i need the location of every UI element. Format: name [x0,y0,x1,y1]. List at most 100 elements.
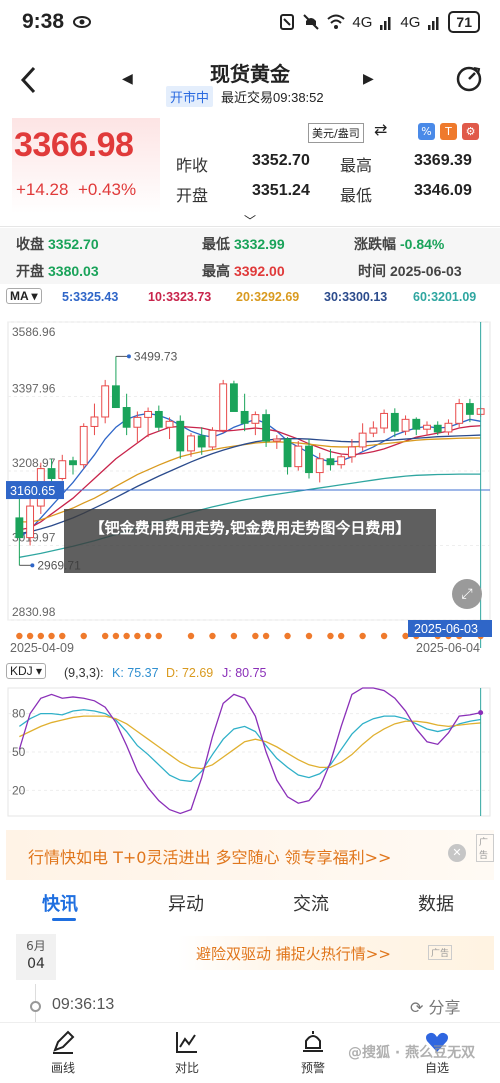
stat-time-value: 2025-06-03 [390,263,462,279]
low-label: 最低 [340,186,373,205]
stat-low-value: 3332.99 [234,236,285,252]
bottom-nav-alert[interactable]: 预警 [278,1029,348,1076]
nav-subtitle: 开市中 最近交易09:38:52 [166,86,324,107]
candle-body [326,458,335,466]
change-percent: +0.43% [77,180,137,199]
event-marker-dot [59,632,66,640]
event-marker-dot [26,632,34,640]
chart-compare-icon[interactable] [174,1029,200,1055]
watermark-text: @搜狐 · 燕么豆无双 [348,1045,476,1061]
candle-body [176,420,185,452]
high-label: 最高 [340,156,373,175]
bottom-nav-compare-label[interactable]: 对比 [152,1059,222,1076]
candle-body [208,429,217,448]
candle-stats-panel: 收盘 3352.70 最低 3332.99 涨跌幅 -0.84% 开盘 3380.03 … [0,228,500,284]
candle-body [283,438,292,468]
candle-body [229,383,238,412]
candle-body [187,435,195,452]
indicator-select[interactable]: MA ▾ [6,288,42,304]
kdj-indicator-bar: KDJ ▾ (9,3,3): K: 75.37 D: 72.69 J: 80.7… [0,662,500,684]
event-marker-dot [337,632,345,640]
bottom-nav-alert-label[interactable]: 预警 [278,1059,348,1076]
kdj-select[interactable]: KDJ ▾ [6,663,47,679]
y-tick-label: 3397.96 [12,382,56,396]
tab-discussion[interactable]: 交流 [293,890,329,916]
stat-high-value: 3392.00 [234,263,285,279]
event-marker-dot [16,632,23,640]
candle-body [165,420,174,428]
candle-body [79,425,88,466]
stat-high: 最高 3392.00 [202,261,285,281]
candle-body [444,422,453,433]
stat-close-value: 3352.70 [48,236,99,252]
news-ad-banner[interactable]: 避险双驱动 捕捉火热行情>> 广告 [178,936,494,970]
kdj-y-tick-label: 20 [12,783,26,797]
content-tabs: 快讯 异动 交流 数据 [0,884,500,924]
event-marker-dot [37,632,45,640]
eye-icon [73,16,92,28]
news-time: 09:36:13 [52,996,115,1013]
ma20-value: 20:3292.69 [236,290,300,304]
fullscreen-icon[interactable]: ⤢ [452,579,482,609]
y-tick-label: 3208.97 [12,456,56,470]
candle-body [390,412,399,432]
candle-body [111,385,120,409]
x-label-start: 2025-04-09 [10,641,74,655]
tab-movers[interactable]: 异动 [168,890,204,916]
promo-banner[interactable]: 行情快如电 T+0灵活进出 多空随心 领专享福利>> ✕ 广告 [6,830,494,880]
kdj-d-line [19,715,481,770]
battery-indicator: 71 [448,11,480,33]
ma10-value: 10:3323.73 [148,290,212,304]
kdj-chart[interactable]: 80 50 20 [0,684,500,820]
share-icon[interactable]: ⟳ [410,998,423,1017]
current-price: 3366.98 [14,126,134,164]
settings-tool-icon[interactable]: ⚙ [462,123,479,140]
promo-text[interactable]: 行情快如电 T+0灵活进出 多空随心 领专享福利>> [28,844,391,868]
news-ad-tag: 广告 [428,945,453,960]
x-label-end: 2025-06-04 [416,641,480,655]
ma30-value: 30:3300.13 [324,290,388,304]
pen-icon[interactable] [50,1029,76,1055]
t-tool-icon[interactable]: T [440,123,457,140]
chart-area[interactable]: 3586.963397.963208.973019.972830.983499.… [0,308,500,658]
event-marker-dot [101,632,109,640]
bottom-nav-compare[interactable]: 对比 [152,1029,222,1076]
prev-instrument-arrow-icon[interactable]: ◀ [122,71,133,87]
bottom-nav-draw-label[interactable]: 画线 [28,1059,98,1076]
kdj-d-value: D: 72.69 [166,666,214,680]
stat-time-label: 时间 [358,263,386,279]
prev-close-label: 昨收 [176,156,209,175]
close-icon[interactable]: ✕ [448,844,466,862]
ad-tag: 广告 [476,834,494,862]
candle-body [219,383,228,431]
news-ad-text[interactable]: 避险双驱动 捕捉火热行情>> [196,943,391,964]
candle-body [58,460,67,479]
unit-select[interactable]: 美元/盎司 [308,123,364,143]
refresh-icon[interactable] [454,64,484,94]
candle-body [337,456,346,466]
swap-icon[interactable]: ⇄ [374,120,387,139]
share-label[interactable]: 分享 [429,998,461,1017]
event-marker-dot [144,632,152,640]
share-button[interactable]: ⟳ 分享 [410,994,461,1018]
nfc-icon [280,14,295,30]
stat-close-label: 收盘 [16,236,44,252]
alarm-bell-icon[interactable] [300,1029,326,1055]
next-instrument-arrow-icon[interactable]: ▶ [363,71,374,87]
page-title: 现货黄金 [210,64,290,86]
tab-news[interactable]: 快讯 [42,890,78,916]
price-change: +14.28 +0.43% [16,180,136,200]
signal-bars-icon-2 [428,17,439,30]
event-marker-dot [380,632,388,640]
percent-tool-icon[interactable]: % [418,123,435,140]
event-marker-dot [305,632,313,640]
tab-data[interactable]: 数据 [418,890,454,916]
kdj-j-line [18,687,481,815]
bottom-nav-draw[interactable]: 画线 [28,1029,98,1076]
candlestick-chart[interactable]: 3586.963397.963208.973019.972830.983499.… [0,308,500,658]
active-tab-indicator [52,918,76,921]
ma5-value: 5:3325.43 [62,290,119,304]
candle-body [272,438,281,442]
back-arrow-icon[interactable] [16,62,44,98]
last-trade-time: 最近交易09:38:52 [221,90,324,105]
